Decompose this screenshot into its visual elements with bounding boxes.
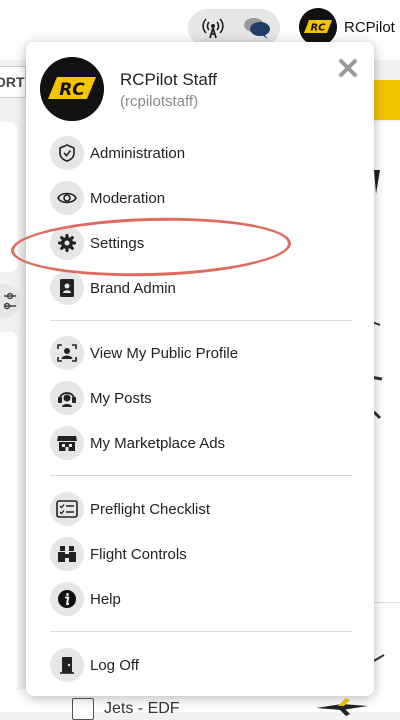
account-menu: RC RCPilot Staff (rcpilotstaff) Administ… [26,42,374,696]
user-name[interactable]: RCPilot [344,19,395,36]
menu-item-flight-controls[interactable]: Flight Controls [50,535,340,573]
checklist-icon [50,492,84,526]
headset-user-icon [50,381,84,415]
contact-book-icon [50,271,84,305]
profile-icon [50,336,84,370]
info-icon [50,582,84,616]
menu-item-moderation[interactable]: Moderation [50,179,340,217]
menu-item-settings[interactable]: Settings [50,224,340,262]
filter-button[interactable] [0,284,20,318]
menu-item-brand-admin[interactable]: Brand Admin [50,269,340,307]
category-label: Jets - EDF [104,700,180,717]
sliders-icon [3,292,16,310]
menu-divider [50,320,352,321]
menu-item-my-posts[interactable]: My Posts [50,379,340,417]
door-exit-icon [50,648,84,682]
profile-display-name: RCPilot Staff [120,70,218,89]
menu-item-administration[interactable]: Administration [50,134,340,172]
background-panel [0,122,18,272]
menu-item-help[interactable]: Help [50,580,340,618]
close-button[interactable] [337,57,359,79]
rc-logo-icon: RC [40,57,104,121]
jet-thumbnail-icon [316,698,368,716]
svg-text:RC: RC [310,23,326,34]
background-panel [0,332,18,692]
menu-divider [50,631,352,632]
gear-icon [50,226,84,260]
user-avatar[interactable]: RC [299,8,337,46]
chat-bubbles-icon [244,18,270,39]
profile-avatar[interactable]: RC [40,57,104,121]
storefront-icon [50,426,84,460]
menu-item-public-profile[interactable]: View My Public Profile [50,334,340,372]
svg-text:RC: RC [59,80,85,100]
menu-item-marketplace-ads[interactable]: My Marketplace Ads [50,424,340,462]
profile-handle: (rcpilotstaff) [120,93,199,110]
shield-icon [50,136,84,170]
close-icon [339,59,357,77]
binoculars-icon [50,537,84,571]
menu-divider [50,475,352,476]
eye-icon [50,181,84,215]
background-tab[interactable]: ORT [0,66,26,98]
rc-logo-icon: RC [299,8,337,46]
category-checkbox[interactable] [72,698,94,720]
broadcast-icon [202,18,224,39]
menu-item-log-off[interactable]: Log Off [50,646,340,684]
menu-item-preflight-checklist[interactable]: Preflight Checklist [50,490,340,528]
